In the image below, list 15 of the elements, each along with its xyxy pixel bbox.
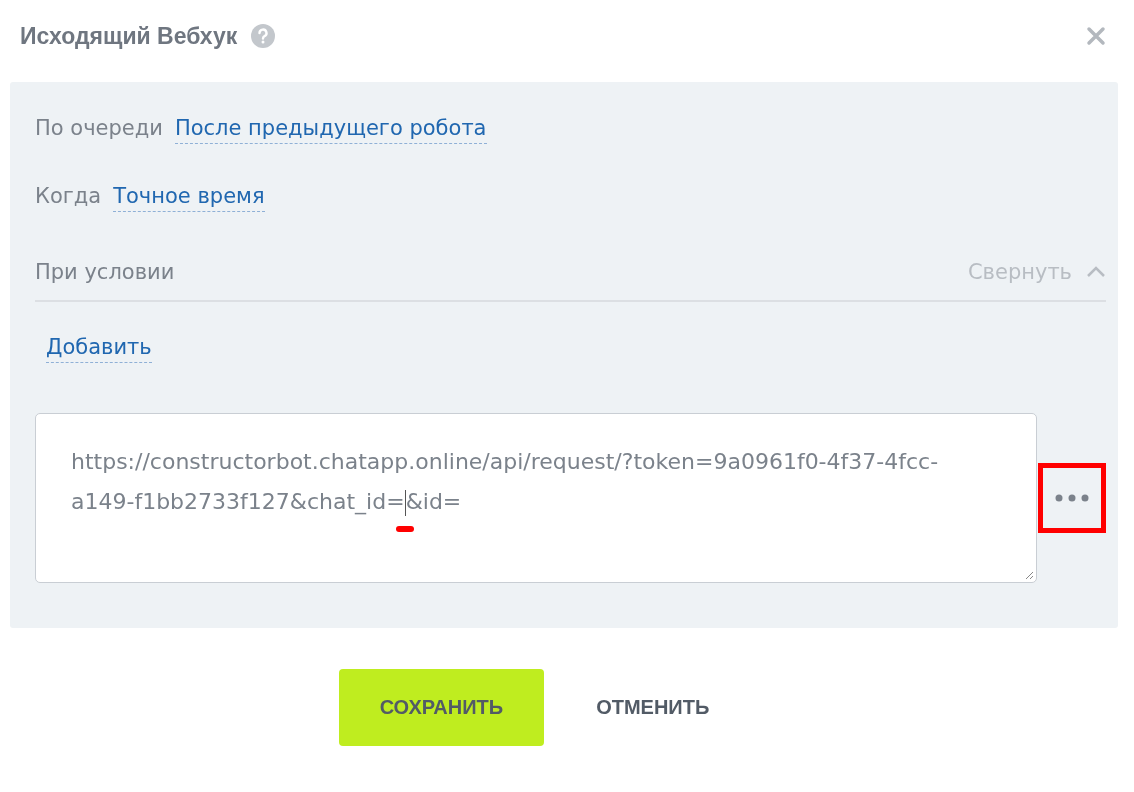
more-icon xyxy=(1055,494,1090,502)
save-button[interactable]: СОХРАНИТЬ xyxy=(338,669,545,746)
window-title: Исходящий Вебхук xyxy=(20,22,238,50)
add-condition-link[interactable]: Добавить xyxy=(46,335,152,363)
cancel-button[interactable]: ОТМЕНИТЬ xyxy=(570,669,736,746)
setting-link[interactable]: Точное время xyxy=(113,184,265,212)
chevron-icon xyxy=(1086,266,1106,278)
setting-label: Когда xyxy=(35,184,102,208)
resize-grip-icon[interactable] xyxy=(1025,571,1035,580)
condition-label: При условии xyxy=(35,260,175,284)
url-textarea[interactable]: https://constructorbot.chatapp.online/api/request/?token=9a0961f0-4f37-4fcc-a149-f1bb2733f127&chat_id=&id= xyxy=(35,413,1038,583)
close-icon[interactable] xyxy=(1086,26,1106,46)
more-button[interactable] xyxy=(1038,463,1106,533)
setting-label: По очереди xyxy=(35,116,163,140)
setting-link[interactable]: После предыдущего робота xyxy=(174,116,487,144)
